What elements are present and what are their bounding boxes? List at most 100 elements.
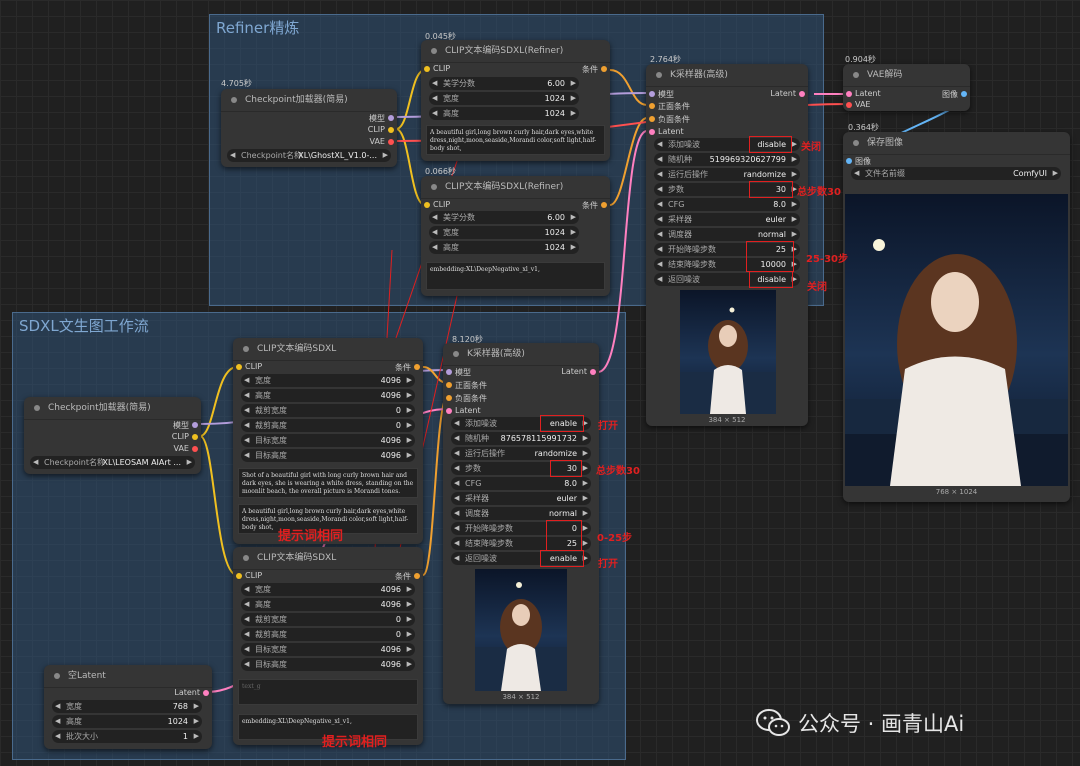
widget-sampler[interactable]: 采样器 euler [451,492,591,505]
widget-scheduler[interactable]: 调度器 normal [654,228,800,241]
widget-crop-height[interactable]: 裁剪高度 0 [241,628,415,641]
clip-text-encode-sdxl-positive[interactable]: CLIP文本编码SDXL CLIP 条件 宽度 4096 高度 4096 裁剪宽度 0… [233,338,423,544]
checkpoint-name-widget[interactable]: Checkpoint名称 XL\GhostXL_V1.0-... [227,149,391,162]
output-image[interactable]: 图像 [942,89,958,100]
widget-target-width[interactable]: 目标宽度 4096 [241,434,415,447]
input-clip[interactable]: CLIP [433,200,450,209]
output-clip-dot[interactable] [192,434,198,440]
output-clip[interactable]: CLIP [172,432,189,441]
input-negative[interactable]: 负面条件 [455,393,487,404]
widget-scheduler[interactable]: 调度器 normal [451,507,591,520]
output-vae[interactable]: VAE [370,137,386,146]
output-latent[interactable]: Latent [174,688,200,697]
widget-width[interactable]: 宽度 1024 [429,92,579,105]
widget-width[interactable]: 宽度 1024 [429,226,579,239]
input-clip-dot[interactable] [424,202,430,208]
save-image[interactable]: 保存图像 图像 文件名前缀 ComfyUI 768 × 1024 [843,132,1070,502]
widget-width[interactable]: 宽度 768 [52,700,202,713]
output-latent-dot[interactable] [799,91,805,97]
output-latent[interactable]: Latent [770,89,796,98]
output-model-dot[interactable] [388,115,394,121]
widget-crop-height[interactable]: 裁剪高度 0 [241,419,415,432]
checkpoint-name-widget[interactable]: Checkpoint名称XL\LEOSAM AIArt ... [30,456,195,469]
widget-crop-width[interactable]: 裁剪宽度 0 [241,404,415,417]
input-clip[interactable]: CLIP [245,362,262,371]
output-clip-dot[interactable] [388,127,394,133]
input-positive-dot[interactable] [649,103,655,109]
input-negative-dot[interactable] [649,116,655,122]
widget-height[interactable]: 高度 1024 [429,107,579,120]
output-model[interactable]: 模型 [369,113,385,124]
input-clip-dot[interactable] [236,573,242,579]
input-clip[interactable]: CLIP [433,64,450,73]
input-latent-dot[interactable] [649,129,655,135]
input-positive[interactable]: 正面条件 [455,380,487,391]
input-positive-dot[interactable] [446,382,452,388]
output-conditioning-dot[interactable] [601,202,607,208]
output-conditioning[interactable]: 条件 [395,571,411,582]
widget-target-height[interactable]: 目标高度 4096 [241,449,415,462]
widget-aesthetic-score[interactable]: 美学分数 6.00 [429,77,579,90]
widget-crop-width[interactable]: 裁剪宽度 0 [241,613,415,626]
input-model-dot[interactable] [446,369,452,375]
output-conditioning-dot[interactable] [414,573,420,579]
widget-control-after[interactable]: 运行后操作 randomize [654,168,800,181]
output-model-dot[interactable] [192,422,198,428]
widget-aesthetic-score[interactable]: 美学分数 6.00 [429,211,579,224]
widget-width[interactable]: 宽度 4096 [241,583,415,596]
input-clip[interactable]: CLIP [245,571,262,580]
widget-width[interactable]: 宽度 4096 [241,374,415,387]
widget-height[interactable]: 高度 4096 [241,389,415,402]
input-latent[interactable]: Latent [455,406,481,415]
input-model[interactable]: 模型 [658,89,674,100]
clip-text-encode-refiner-negative[interactable]: CLIP文本编码SDXL(Refiner) CLIP 条件 美学分数 6.00 宽… [421,176,610,296]
text-g-textarea[interactable]: text_g [238,679,418,705]
filename-prefix-widget[interactable]: 文件名前缀 ComfyUI [851,167,1061,180]
clip-text-encode-refiner-positive[interactable]: CLIP文本编码SDXL(Refiner) CLIP 条件 美学分数 6.00 宽… [421,40,610,161]
widget-height[interactable]: 高度 4096 [241,598,415,611]
output-vae[interactable]: VAE [174,444,190,453]
clip-text-encode-sdxl-negative[interactable]: CLIP文本编码SDXL CLIP 条件 宽度 4096 高度 4096 裁剪宽度 0… [233,547,423,745]
widget-sampler[interactable]: 采样器 euler [654,213,800,226]
output-conditioning[interactable]: 条件 [582,200,598,211]
widget-batch-size[interactable]: 批次大小 1 [52,730,202,743]
prompt-textarea[interactable]: A beautiful girl,long brown curly hair,d… [426,125,605,155]
output-vae-dot[interactable] [388,139,394,145]
output-latent-dot[interactable] [203,690,209,696]
widget-target-height[interactable]: 目标高度 4096 [241,658,415,671]
widget-target-width[interactable]: 目标宽度 4096 [241,643,415,656]
input-model[interactable]: 模型 [455,367,471,378]
input-clip-dot[interactable] [236,364,242,370]
input-latent-dot[interactable] [846,91,852,97]
empty-latent[interactable]: 空Latent Latent 宽度 768 高度 1024 批次大小 1 [44,665,212,749]
widget-seed[interactable]: 随机种 519969320627799 [654,153,800,166]
prompt-textarea[interactable]: embedding:XL\DeepNegative_xl_v1, [426,262,605,290]
input-negative[interactable]: 负面条件 [658,114,690,125]
input-latent-dot[interactable] [446,408,452,414]
widget-seed[interactable]: 随机种 876578115991732 [451,432,591,445]
input-negative-dot[interactable] [446,395,452,401]
checkpoint-loader-refiner[interactable]: Checkpoint加载器(简易) 模型 CLIP VAE Checkpoint… [221,89,397,167]
input-positive[interactable]: 正面条件 [658,101,690,112]
input-latent[interactable]: Latent [658,127,684,136]
input-vae-dot[interactable] [846,102,852,108]
widget-control-after[interactable]: 运行后操作 randomize [451,447,591,460]
output-model[interactable]: 模型 [173,420,189,431]
output-latent-dot[interactable] [590,369,596,375]
output-conditioning-dot[interactable] [414,364,420,370]
output-vae-dot[interactable] [192,446,198,452]
input-model-dot[interactable] [649,91,655,97]
text-g-textarea[interactable]: Shot of a beautiful girl with long curly… [238,468,418,498]
input-latent[interactable]: Latent [855,89,881,98]
input-vae[interactable]: VAE [855,100,871,109]
widget-height[interactable]: 高度 1024 [52,715,202,728]
output-latent[interactable]: Latent [561,367,587,376]
input-clip-dot[interactable] [424,66,430,72]
output-image-dot[interactable] [961,91,967,97]
vae-decode[interactable]: VAE解码 Latent VAE 图像 [843,64,970,111]
checkpoint-loader-sdxl[interactable]: Checkpoint加载器(简易) 模型 CLIP VAE Checkpoint… [24,397,201,474]
output-conditioning[interactable]: 条件 [395,362,411,373]
output-conditioning[interactable]: 条件 [582,64,598,75]
widget-cfg[interactable]: CFG 8.0 [451,477,591,490]
output-conditioning-dot[interactable] [601,66,607,72]
